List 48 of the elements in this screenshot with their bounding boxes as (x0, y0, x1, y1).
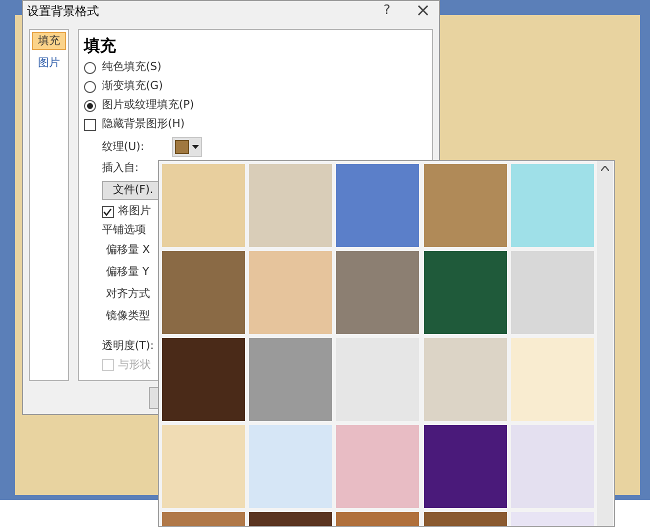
texture-swatch[interactable] (424, 164, 507, 247)
texture-swatch[interactable] (249, 164, 332, 247)
texture-swatch[interactable] (510, 338, 594, 421)
texture-swatch[interactable] (336, 425, 420, 508)
option-label: 图片或纹理填充(P) (102, 97, 194, 114)
texture-swatch[interactable] (510, 164, 594, 247)
field-label: 对齐方式 (106, 286, 151, 302)
option-label: 隐藏背景图形(H) (102, 116, 185, 132)
tiling-options-label: 平铺选项 (100, 222, 147, 238)
option-label: 渐变填充(G) (102, 78, 163, 94)
radio-button[interactable] (84, 80, 96, 92)
checkbox[interactable] (102, 206, 114, 218)
radio-button[interactable] (84, 62, 96, 74)
section-title: 填充 (84, 35, 117, 57)
texture-swatch[interactable] (510, 251, 594, 334)
texture-swatch[interactable] (162, 164, 245, 247)
texture-swatch[interactable] (162, 425, 245, 508)
scrollbar[interactable] (597, 161, 613, 526)
insert-from-label: 插入自: (100, 160, 140, 176)
texture-swatch[interactable] (336, 251, 420, 334)
texture-swatch[interactable] (249, 425, 332, 508)
checkbox-label: 与形状 (118, 356, 151, 373)
texture-swatch[interactable] (162, 251, 245, 334)
option-label: 纯色填充(S) (102, 59, 162, 76)
texture-swatch[interactable] (424, 251, 507, 334)
transparency-label: 透明度(T): (100, 338, 155, 354)
field-label: 镜像类型 (106, 308, 151, 324)
texture-preview-icon (174, 140, 189, 154)
field-label: 偏移量 X (106, 242, 151, 258)
checkbox[interactable] (84, 118, 96, 130)
texture-dropdown[interactable] (172, 137, 202, 157)
texture-swatch[interactable] (249, 251, 332, 334)
radio-button[interactable] (84, 100, 96, 112)
texture-label: 纹理(U): (102, 138, 146, 155)
texture-swatch[interactable] (424, 425, 507, 508)
nav-tab[interactable]: 填充 (32, 32, 66, 50)
close-button[interactable]: × (411, 2, 435, 20)
caret-icon (192, 145, 199, 149)
nav-tab[interactable]: 图片 (32, 54, 66, 72)
checkbox-label: 将图片 (118, 203, 151, 220)
window-title: 设置背景格式 (27, 3, 99, 20)
field-label: 偏移量 Y (106, 264, 150, 280)
texture-swatch[interactable] (336, 164, 420, 247)
scroll-up-icon[interactable] (601, 166, 609, 171)
texture-swatch[interactable] (249, 338, 332, 421)
texture-swatch[interactable] (424, 338, 507, 421)
help-button[interactable]: ? (377, 1, 397, 21)
texture-swatch[interactable] (162, 338, 245, 421)
